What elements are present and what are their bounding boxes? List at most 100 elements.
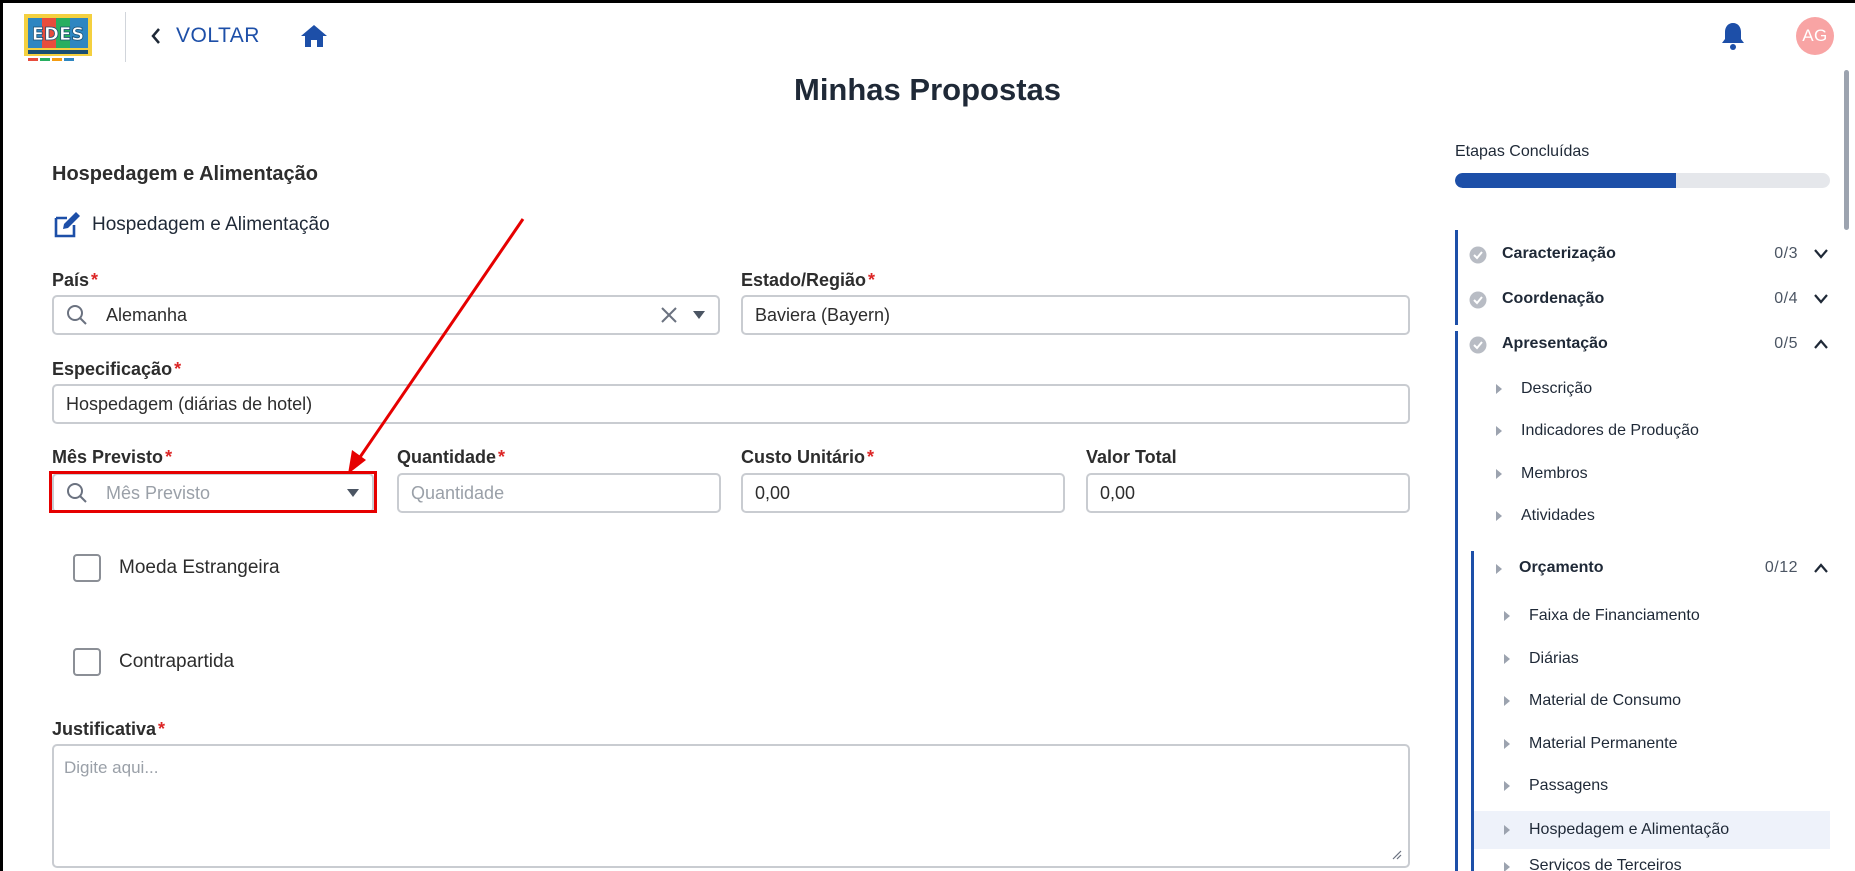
sidebar-item-label: Descrição (1521, 380, 1593, 397)
especificacao-label: Especificação * (52, 359, 181, 380)
mes-previsto-select[interactable]: Mês Previsto (52, 473, 374, 513)
progress-fill (1455, 173, 1677, 188)
sub-header-label: Hospedagem e Alimentação (92, 214, 330, 235)
caret-right-icon (1504, 696, 1510, 706)
search-icon (67, 305, 87, 325)
required-mark: * (867, 447, 875, 467)
sidebar-item-label: Material Permanente (1529, 735, 1678, 752)
company-logo: EDES (24, 14, 92, 61)
caret-right-icon (1496, 511, 1502, 521)
custo-unitario-input[interactable]: 0,00 (741, 473, 1065, 513)
sidebar-item-label: Diárias (1529, 650, 1579, 667)
chevron-up-icon[interactable] (1814, 339, 1828, 349)
required-mark: * (868, 270, 876, 290)
sidebar-item-servicos-terceiros[interactable]: Serviços de Terceiros (1503, 855, 1830, 871)
sidebar-item-atividades[interactable]: Atividades (1495, 501, 1830, 531)
estado-label: Estado/Região * (741, 270, 875, 291)
step-label: Caracterização (1502, 245, 1616, 262)
check-circle-icon (1469, 246, 1487, 264)
sidebar-item-material-consumo[interactable]: Material de Consumo (1503, 686, 1830, 716)
caret-right-icon (1496, 426, 1502, 436)
step-count: 0/4 (1774, 290, 1798, 307)
section-title: Hospedagem e Alimentação (52, 163, 319, 185)
mes-previsto-label-text: Mês Previsto (52, 447, 164, 467)
checkbox-box[interactable] (73, 554, 101, 582)
required-mark: * (174, 359, 182, 379)
topbar-divider (125, 12, 126, 62)
valor-total-input[interactable]: 0,00 (1086, 473, 1410, 513)
user-avatar[interactable]: AG (1796, 17, 1834, 55)
quantidade-label: Quantidade * (397, 447, 505, 468)
steps-progress-bar (1455, 173, 1830, 188)
sidebar-item-label: Faixa de Financiamento (1529, 607, 1700, 624)
step-caracterizacao[interactable]: Caracterização 0/3 (1455, 230, 1830, 280)
steps-title: Etapas Concluídas (1455, 143, 1590, 160)
step-bar (1455, 275, 1458, 325)
custo-unitario-label: Custo Unitário * (741, 447, 874, 468)
sidebar-item-faixa-financiamento[interactable]: Faixa de Financiamento (1503, 601, 1830, 631)
sidebar-item-hospedagem-alimentacao[interactable]: Hospedagem e Alimentação (1474, 811, 1830, 849)
page-scrollbar[interactable] (1844, 70, 1849, 230)
sidebar-item-label: Hospedagem e Alimentação (1529, 821, 1730, 838)
sidebar-item-label: Material de Consumo (1529, 692, 1682, 709)
top-bar: EDES VOLTAR AG (0, 0, 1855, 72)
pais-select[interactable]: Alemanha (52, 295, 720, 335)
step-apresentacao[interactable]: Apresentação 0/5 (1455, 330, 1830, 360)
required-mark: * (91, 270, 99, 290)
step-label: Apresentação (1502, 335, 1608, 352)
caret-down-icon[interactable] (346, 488, 360, 498)
back-button[interactable]: VOLTAR (150, 22, 260, 50)
estado-input[interactable]: Baviera (Bayern) (741, 295, 1410, 335)
step-orcamento[interactable]: Orçamento 0/12 (1471, 554, 1830, 584)
step-count: 0/5 (1774, 335, 1798, 352)
sidebar-item-label: Serviços de Terceiros (1529, 857, 1682, 871)
sidebar-item-descricao[interactable]: Descrição (1495, 374, 1830, 404)
contrapartida-checkbox[interactable]: Contrapartida (73, 648, 234, 676)
check-circle-icon (1469, 336, 1487, 354)
pais-value: Alemanha (106, 304, 188, 325)
chevron-down-icon[interactable] (1814, 249, 1828, 259)
back-button-label: VOLTAR (176, 24, 260, 47)
checkbox-box[interactable] (73, 648, 101, 676)
caret-down-icon[interactable] (692, 310, 706, 320)
step-label: Orçamento (1519, 559, 1604, 576)
caret-right-icon (1504, 739, 1510, 749)
chevron-left-icon (151, 28, 160, 44)
moeda-estrangeira-checkbox[interactable]: Moeda Estrangeira (73, 554, 280, 582)
step-bar (1455, 230, 1458, 280)
sidebar-item-material-permanente[interactable]: Material Permanente (1503, 729, 1830, 759)
caret-right-icon (1496, 384, 1502, 394)
sidebar-item-passagens[interactable]: Passagens (1503, 771, 1830, 801)
justificativa-label-text: Justificativa (52, 719, 157, 739)
custo-unitario-value: 0,00 (755, 482, 791, 503)
chevron-down-icon[interactable] (1814, 294, 1828, 304)
resize-handle-icon[interactable] (1392, 850, 1402, 860)
mes-previsto-label: Mês Previsto * (52, 447, 172, 468)
step-coordenacao[interactable]: Coordenação 0/4 (1455, 275, 1830, 325)
chevron-up-icon[interactable] (1814, 563, 1828, 573)
caret-right-icon (1504, 862, 1510, 871)
moeda-estrangeira-label: Moeda Estrangeira (119, 557, 280, 578)
caret-right-icon (1504, 825, 1510, 835)
sidebar-item-diarias[interactable]: Diárias (1503, 644, 1830, 674)
search-icon (67, 483, 87, 503)
sidebar-item-indicadores[interactable]: Indicadores de Produção (1495, 416, 1830, 446)
estado-label-text: Estado/Região (741, 270, 867, 290)
notification-bell-icon[interactable] (1720, 21, 1746, 51)
home-icon[interactable] (300, 23, 328, 49)
especificacao-value: Hospedagem (diárias de hotel) (66, 393, 313, 414)
quantidade-label-text: Quantidade (397, 447, 497, 467)
form-sub-header: Hospedagem e Alimentação (52, 210, 330, 240)
caret-right-icon (1496, 564, 1502, 574)
especificacao-input[interactable]: Hospedagem (diárias de hotel) (52, 384, 1410, 424)
required-mark: * (158, 719, 166, 739)
quantidade-input[interactable]: Quantidade (397, 473, 721, 513)
sidebar-item-membros[interactable]: Membros (1495, 459, 1830, 489)
sidebar-item-label: Passagens (1529, 777, 1609, 794)
clear-icon[interactable] (660, 306, 678, 324)
contrapartida-label: Contrapartida (119, 651, 235, 672)
edit-icon (54, 212, 80, 238)
required-mark: * (498, 447, 506, 467)
justificativa-textarea[interactable]: Digite aqui... (52, 744, 1410, 868)
estado-value: Baviera (Bayern) (755, 304, 891, 325)
